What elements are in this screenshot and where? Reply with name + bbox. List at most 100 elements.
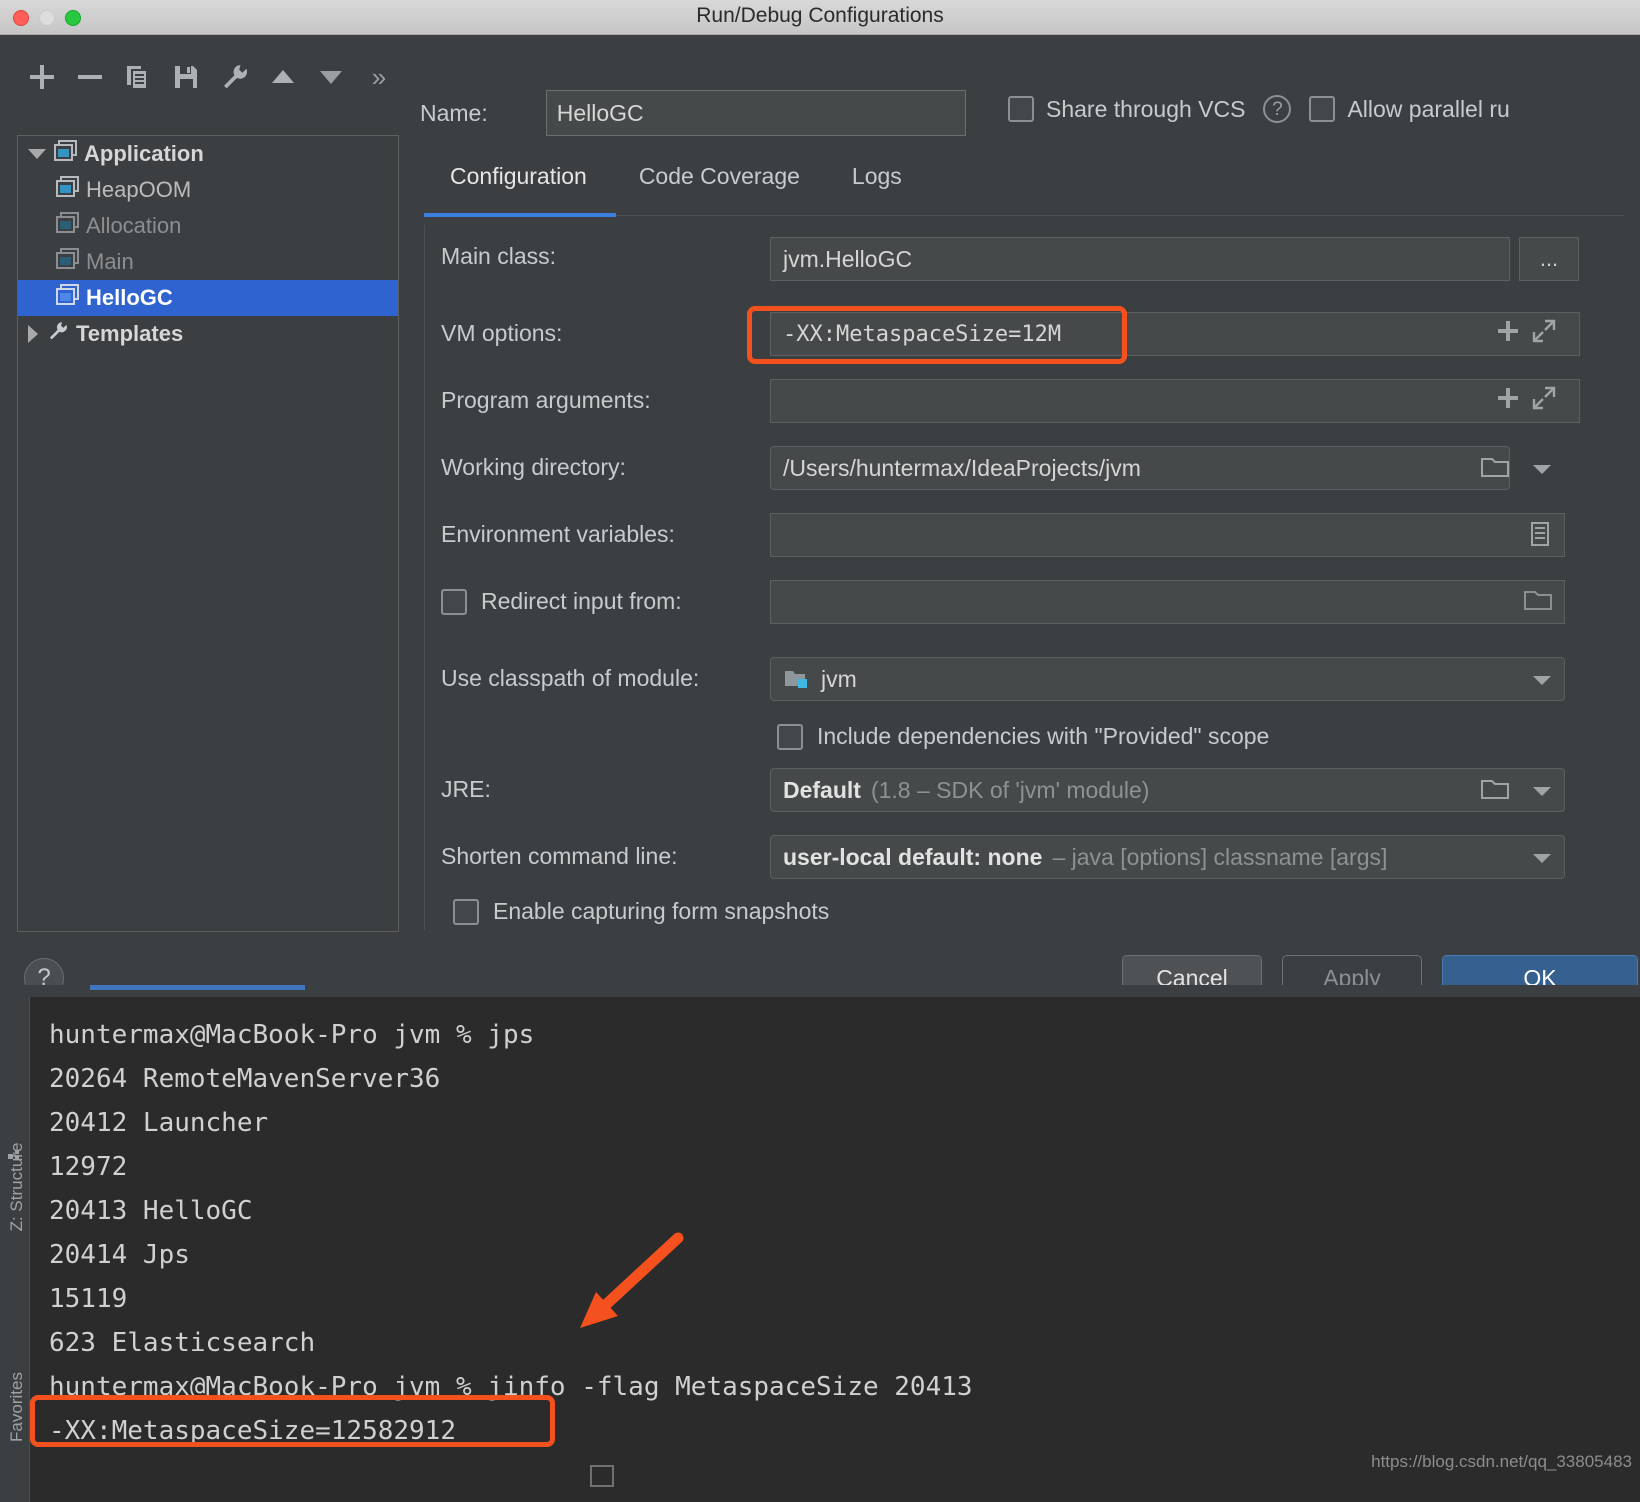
working-directory-row: Working directory: — [441, 454, 626, 481]
question-mark-icon[interactable]: ? — [1263, 95, 1292, 123]
redirect-input-checkbox[interactable] — [441, 588, 467, 615]
configurations-toolbar: » — [18, 53, 403, 101]
terminal-line: huntermax@MacBook-Pro jvm % jps — [49, 1020, 535, 1050]
move-up-button[interactable] — [259, 55, 307, 99]
save-configuration-button[interactable] — [162, 55, 210, 99]
chevron-right-icon[interactable] — [28, 325, 38, 343]
working-directory-dropdown-icon[interactable] — [1529, 458, 1555, 484]
window-title: Run/Debug Configurations — [696, 4, 944, 27]
environment-variables-input[interactable] — [770, 513, 1565, 557]
terminal-line: 623 Elasticsearch — [49, 1328, 316, 1358]
favorites-tool-label[interactable]: Favorites — [7, 1362, 27, 1452]
header-options: Share through VCS ? Allow parallel ru — [1008, 95, 1510, 123]
terminal-line-highlighted: -XX:MetaspaceSize=12582912 — [49, 1416, 456, 1446]
jre-dropdown-icon[interactable] — [1529, 780, 1555, 806]
edit-templates-wrench-icon[interactable] — [211, 55, 259, 99]
use-classpath-label: Use classpath of module: — [441, 665, 700, 691]
configurations-tree[interactable]: Application HeapOOM Allocation Main Hell… — [17, 135, 399, 932]
terminal-output[interactable]: huntermax@MacBook-Pro jvm % jps 20264 Re… — [31, 997, 1640, 1502]
terminal-cursor-box — [590, 1465, 614, 1487]
redirect-input-row: Redirect input from: — [441, 588, 682, 615]
redirect-input-path-input[interactable] — [770, 580, 1565, 624]
include-dependencies-row: Include dependencies with "Provided" sco… — [777, 723, 1269, 750]
tab-configuration[interactable]: Configuration — [424, 163, 613, 206]
more-options-button[interactable]: » — [355, 55, 403, 99]
program-arguments-input[interactable] — [770, 379, 1580, 423]
shorten-command-line-select[interactable]: user-local default: none – java [options… — [770, 835, 1565, 879]
terminal-line: 15119 — [49, 1284, 128, 1314]
tree-item-application[interactable]: Application — [18, 136, 398, 172]
share-through-vcs-checkbox[interactable] — [1008, 96, 1034, 122]
tree-item-main[interactable]: Main — [18, 244, 398, 280]
move-down-button[interactable] — [307, 55, 355, 99]
chevron-down-icon[interactable] — [28, 149, 46, 159]
main-class-browse-button[interactable]: ... — [1519, 237, 1579, 281]
terminal-tabbar — [0, 985, 1640, 997]
jre-value: Default — [783, 776, 861, 803]
program-arguments-insert-macro-icon[interactable] — [1495, 385, 1521, 417]
tree-item-allocation[interactable]: Allocation — [18, 208, 398, 244]
use-classpath-value: jvm — [821, 665, 857, 692]
main-class-row: Main class: — [441, 243, 556, 270]
terminal-line: 20264 RemoteMavenServer36 — [49, 1064, 441, 1094]
program-arguments-expand-icon[interactable] — [1531, 385, 1557, 417]
vm-options-expand-icon[interactable] — [1531, 318, 1557, 350]
tab-code-coverage[interactable]: Code Coverage — [613, 163, 826, 206]
enable-snapshots-label: Enable capturing form snapshots — [493, 898, 830, 924]
jre-label: JRE: — [441, 776, 491, 802]
use-classpath-dropdown-icon[interactable] — [1529, 669, 1555, 695]
terminal-line: 20413 HelloGC — [49, 1196, 253, 1226]
vm-options-row: VM options: — [441, 320, 562, 347]
allow-parallel-run-label: Allow parallel ru — [1347, 95, 1510, 122]
redirect-input-label: Redirect input from: — [481, 588, 682, 614]
tree-item-label: Allocation — [86, 213, 182, 238]
vm-options-insert-macro-icon[interactable] — [1495, 318, 1521, 350]
copy-configuration-button[interactable] — [114, 55, 162, 99]
run-config-icon — [56, 176, 80, 204]
terminal-line: 20412 Launcher — [49, 1108, 269, 1138]
shorten-command-line-dropdown-icon[interactable] — [1529, 847, 1555, 873]
terminal-line: 20414 Jps — [49, 1240, 190, 1270]
tree-item-templates[interactable]: Templates — [18, 316, 398, 352]
environment-variables-list-icon[interactable] — [1527, 521, 1553, 553]
main-class-input[interactable]: jvm.HelloGC — [770, 237, 1510, 281]
shorten-command-line-label: Shorten command line: — [441, 843, 678, 869]
include-dependencies-checkbox[interactable] — [777, 723, 803, 750]
program-arguments-row: Program arguments: — [441, 387, 651, 414]
dialog-body: » Application HeapOOM Allocation Main He… — [0, 35, 1640, 1001]
tree-item-hellogc[interactable]: HelloGC — [18, 280, 398, 316]
application-icon — [54, 140, 78, 168]
structure-tool-label[interactable]: Z: Structure — [7, 1142, 27, 1232]
configuration-form: Main class: jvm.HelloGC ... VM options: … — [424, 225, 1629, 930]
jre-select[interactable]: Default (1.8 – SDK of 'jvm' module) — [770, 768, 1565, 812]
tree-item-heapoom[interactable]: HeapOOM — [18, 172, 398, 208]
environment-variables-row: Environment variables: — [441, 521, 675, 548]
orange-arrow-annotation — [580, 1232, 684, 1328]
tree-item-label: Main — [86, 249, 134, 274]
include-dependencies-label: Include dependencies with "Provided" sco… — [817, 723, 1270, 749]
shorten-command-line-row: Shorten command line: — [441, 843, 678, 870]
shorten-command-line-hint: – java [options] classname [args] — [1052, 843, 1388, 870]
working-directory-folder-icon[interactable] — [1480, 454, 1510, 486]
environment-variables-label: Environment variables: — [441, 521, 675, 547]
shorten-command-line-value: user-local default: none — [783, 843, 1043, 870]
terminal-line: 12972 — [49, 1152, 128, 1182]
tab-logs[interactable]: Logs — [826, 163, 928, 206]
enable-snapshots-checkbox[interactable] — [453, 898, 479, 925]
tool-window-strip: Z: Structure Favorites — [0, 997, 30, 1502]
redirect-input-folder-icon[interactable] — [1523, 587, 1553, 619]
vm-options-input[interactable]: -XX:MetaspaceSize=12M — [770, 312, 1580, 356]
allow-parallel-run-checkbox[interactable] — [1309, 96, 1336, 122]
vm-options-label: VM options: — [441, 320, 563, 346]
name-input[interactable]: HelloGC — [545, 90, 966, 136]
jre-folder-icon[interactable] — [1480, 776, 1510, 808]
tree-item-label: Application — [84, 141, 204, 166]
working-directory-input[interactable]: /Users/huntermax/IdeaProjects/jvm — [770, 446, 1510, 490]
module-folder-icon — [783, 667, 811, 691]
use-classpath-select[interactable]: jvm — [770, 657, 1565, 701]
jre-hint: (1.8 – SDK of 'jvm' module) — [870, 776, 1150, 803]
use-classpath-row: Use classpath of module: — [441, 665, 699, 692]
run-config-icon — [56, 284, 80, 312]
remove-configuration-button[interactable] — [66, 55, 114, 99]
add-configuration-button[interactable] — [18, 55, 66, 99]
